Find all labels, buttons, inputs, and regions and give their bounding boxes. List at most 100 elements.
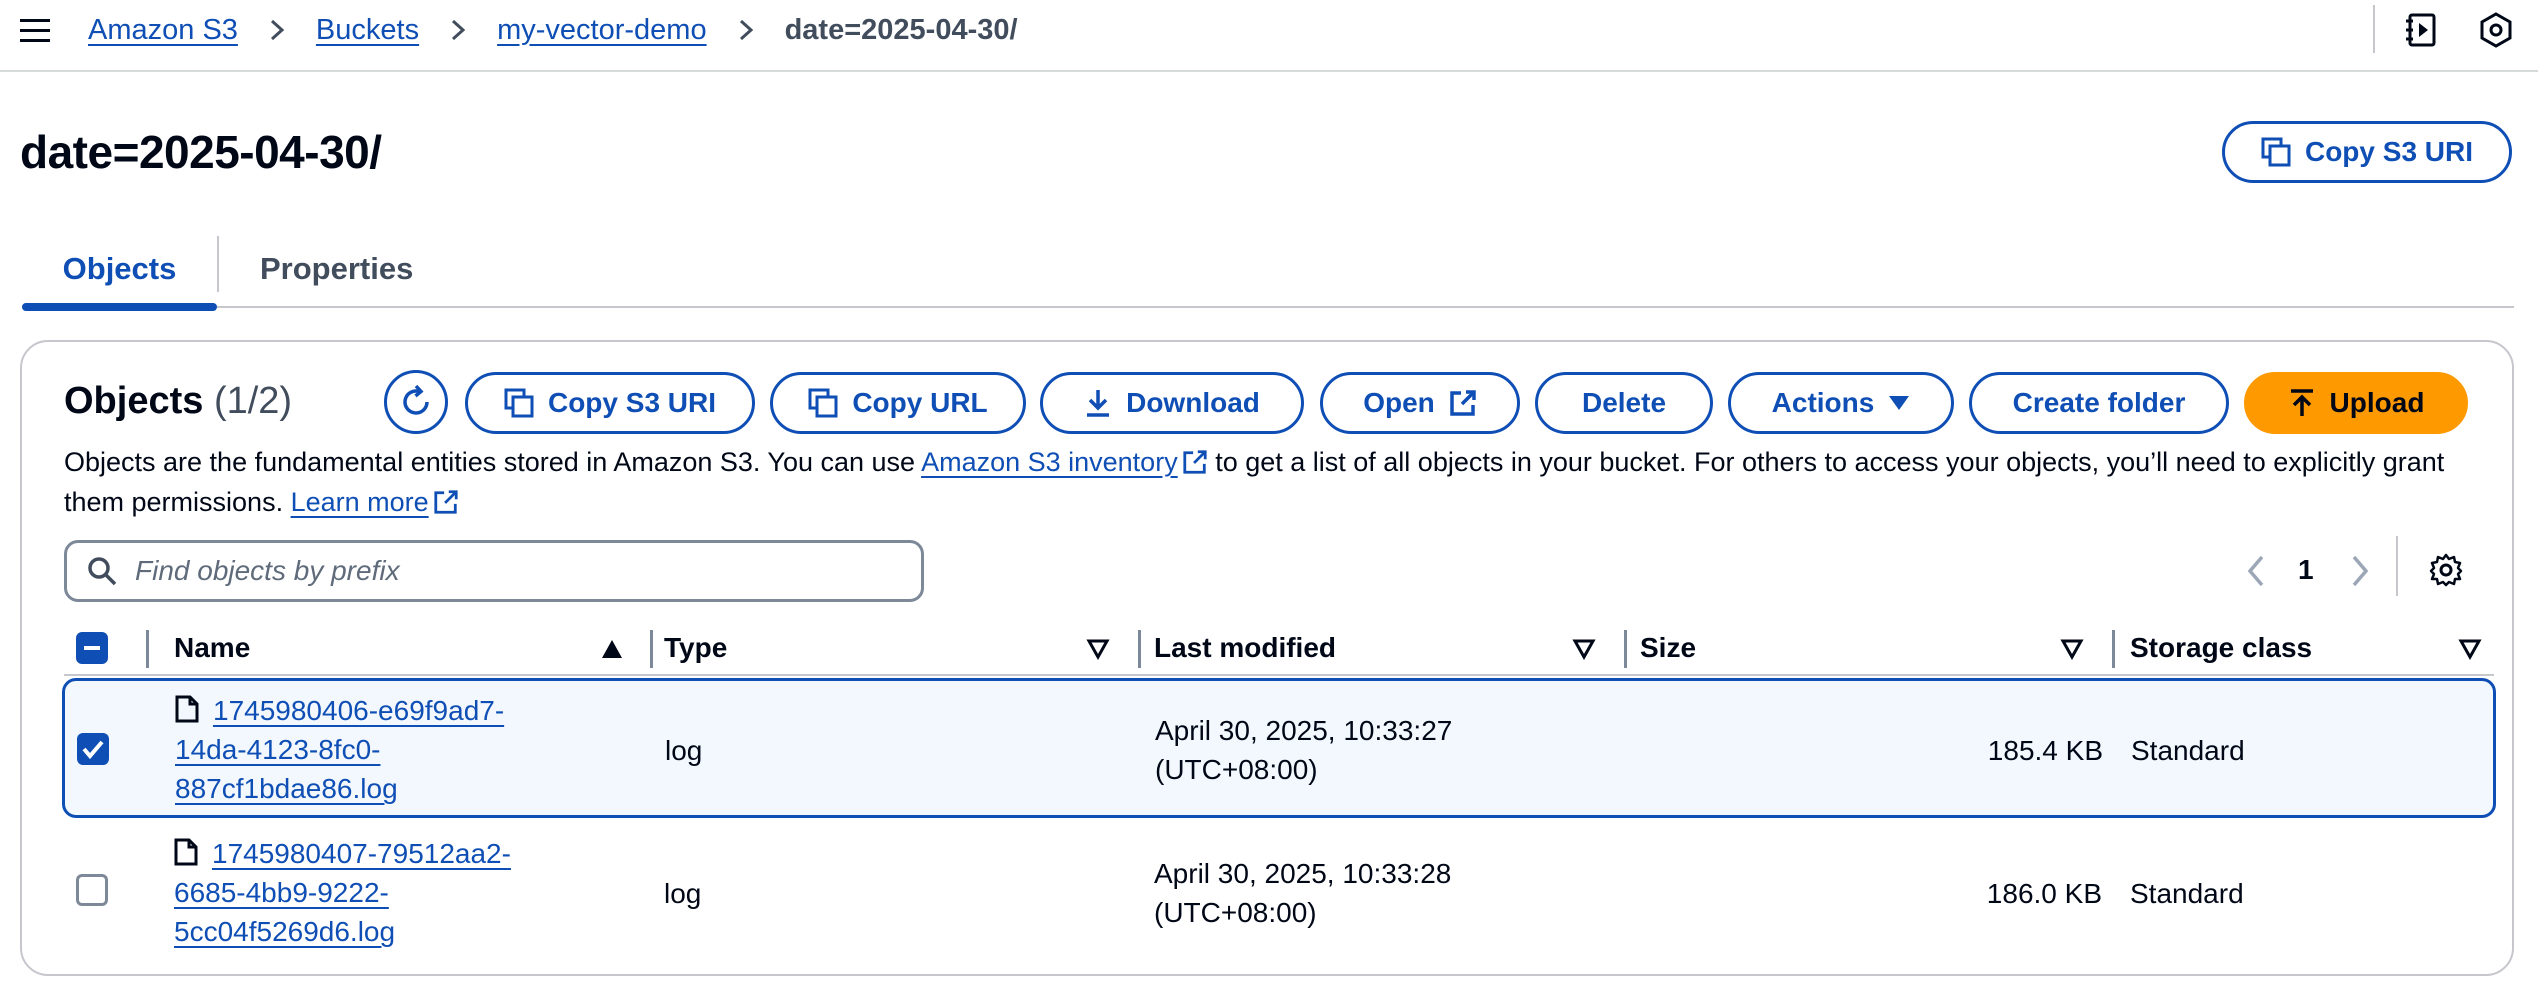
breadcrumb: Amazon S3 Buckets my-vector-demo date=20… (88, 10, 1018, 50)
copy-s3-uri-label: Copy S3 URI (547, 387, 717, 418)
download-button[interactable]: Download (1040, 372, 1304, 434)
actions-dropdown[interactable]: Actions (1728, 372, 1954, 434)
object-name-link[interactable]: 5cc04f5269d6.log (174, 916, 395, 947)
object-name-cell: 1745980406-e69f9ad7- 14da-4123-8fc0- 887… (175, 691, 504, 808)
open-label: Open (1363, 387, 1435, 418)
copy-s3-uri-button[interactable]: Copy S3 URI (465, 372, 755, 434)
refresh-button[interactable] (384, 370, 448, 434)
file-icon (175, 695, 199, 723)
sort-ascending-icon[interactable] (600, 638, 624, 660)
settings-shield-icon[interactable] (2478, 12, 2514, 48)
s3-console: Amazon S3 Buckets my-vector-demo date=20… (0, 0, 2538, 992)
gear-icon[interactable] (2428, 552, 2464, 588)
table-row[interactable]: 1745980406-e69f9ad7- 14da-4123-8fc0- 887… (62, 678, 2496, 818)
learn-more-link[interactable]: Learn more (291, 487, 429, 517)
column-separator (2112, 630, 2115, 668)
row-checkbox[interactable] (77, 733, 109, 765)
previous-page-icon[interactable] (2244, 554, 2268, 588)
column-header-storage-class[interactable]: Storage class (2130, 620, 2312, 676)
description-text-1: Objects are the fundamental entities sto… (64, 447, 922, 477)
sort-icon[interactable] (1572, 638, 1596, 660)
open-button[interactable]: Open (1320, 372, 1520, 434)
sort-icon[interactable] (2060, 638, 2084, 660)
object-name-link[interactable]: 14da-4123-8fc0- (175, 734, 380, 765)
delete-label: Delete (1581, 387, 1667, 418)
chevron-right-icon (739, 19, 753, 41)
download-icon (1087, 390, 1110, 417)
create-folder-label: Create folder (2012, 387, 2186, 418)
header-copy-s3-uri-label: Copy S3 URI (2304, 136, 2474, 167)
tab-divider (217, 236, 219, 292)
file-icon (174, 838, 198, 866)
page-title: date=2025-04-30/ (20, 126, 382, 178)
tab-properties[interactable]: Properties (260, 230, 413, 308)
objects-panel: Objects (1/2) Copy S3 URI Copy URL Downl… (20, 340, 2514, 976)
object-storage-class: Standard (2130, 878, 2244, 909)
tab-properties-label: Properties (260, 251, 414, 286)
modified-date: April 30, 2025, 10:33:27 (1155, 715, 1453, 746)
table-header: Name Type Last modified Size Storage cla… (64, 620, 2494, 676)
tab-list: Objects Properties (22, 230, 2514, 311)
notes-icon[interactable] (2404, 12, 2440, 48)
objects-heading: Objects (1/2) (64, 380, 292, 423)
next-page-icon[interactable] (2348, 554, 2372, 588)
copy-url-button[interactable]: Copy URL (770, 372, 1026, 434)
row-checkbox[interactable] (76, 874, 108, 906)
column-separator (650, 630, 653, 668)
upload-icon (2290, 389, 2313, 416)
search-icon (88, 557, 117, 586)
actions-label: Actions (1771, 387, 1875, 418)
chevron-right-icon (452, 19, 466, 41)
objects-count: (1/2) (213, 380, 293, 422)
modified-timezone: (UTC+08:00) (1154, 897, 1317, 928)
column-header-last-modified[interactable]: Last modified (1154, 620, 1336, 676)
external-link-icon (1183, 450, 1207, 474)
download-label: Download (1126, 387, 1260, 418)
create-folder-button[interactable]: Create folder (1969, 372, 2229, 434)
search-input[interactable] (135, 555, 895, 587)
object-name-cell: 1745980407-79512aa2- 6685-4bb9-9222- 5cc… (174, 834, 511, 951)
delete-button[interactable]: Delete (1535, 372, 1713, 434)
select-all-checkbox[interactable] (76, 632, 108, 664)
pager-divider (2396, 536, 2398, 596)
table-row[interactable]: 1745980407-79512aa2- 6685-4bb9-9222- 5cc… (64, 822, 2494, 962)
external-link-icon (434, 490, 458, 514)
header-copy-s3-uri-button[interactable]: Copy S3 URI (2222, 121, 2512, 183)
tab-objects-label: Objects (62, 251, 177, 286)
menu-icon[interactable] (18, 16, 52, 46)
caret-down-icon (1889, 396, 1910, 410)
modified-date: April 30, 2025, 10:33:28 (1154, 858, 1452, 889)
breadcrumb-buckets[interactable]: Buckets (316, 14, 419, 47)
checkmark-icon (82, 740, 104, 760)
object-name-link[interactable]: 887cf1bdae86.log (175, 773, 398, 804)
breadcrumb-bucket[interactable]: my-vector-demo (497, 14, 707, 47)
refresh-icon (403, 384, 429, 415)
s3-inventory-link[interactable]: Amazon S3 inventory (921, 447, 1178, 477)
column-header-size[interactable]: Size (1640, 620, 1696, 676)
page-number[interactable]: 1 (2298, 554, 2314, 586)
column-header-name[interactable]: Name (174, 620, 250, 676)
object-name-link[interactable]: 1745980406-e69f9ad7- (213, 695, 504, 726)
breadcrumb-amazon-s3[interactable]: Amazon S3 (88, 14, 238, 47)
modified-timezone: (UTC+08:00) (1155, 754, 1318, 785)
object-size: 185.4 KB (1987, 735, 2103, 766)
external-link-icon (1450, 390, 1476, 416)
tab-objects[interactable]: Objects (22, 230, 217, 311)
object-last-modified: April 30, 2025, 10:33:28 (UTC+08:00) (1154, 854, 1451, 932)
objects-description: Objects are the fundamental entities sto… (64, 442, 2484, 522)
copy-icon (504, 388, 534, 418)
column-header-type[interactable]: Type (664, 620, 727, 676)
objects-heading-text: Objects (64, 380, 204, 422)
object-type: log (665, 735, 703, 766)
object-name-link[interactable]: 1745980407-79512aa2- (212, 838, 511, 869)
column-separator (146, 630, 149, 668)
chevron-right-icon (270, 19, 285, 41)
upload-label: Upload (2329, 387, 2425, 418)
sort-icon[interactable] (2458, 638, 2482, 660)
sort-icon[interactable] (1086, 638, 1110, 660)
object-name-link[interactable]: 6685-4bb9-9222- (174, 877, 389, 908)
object-size: 186.0 KB (1986, 878, 2102, 909)
copy-icon (2261, 137, 2291, 167)
object-storage-class: Standard (2131, 735, 2245, 766)
upload-button[interactable]: Upload (2244, 372, 2468, 434)
